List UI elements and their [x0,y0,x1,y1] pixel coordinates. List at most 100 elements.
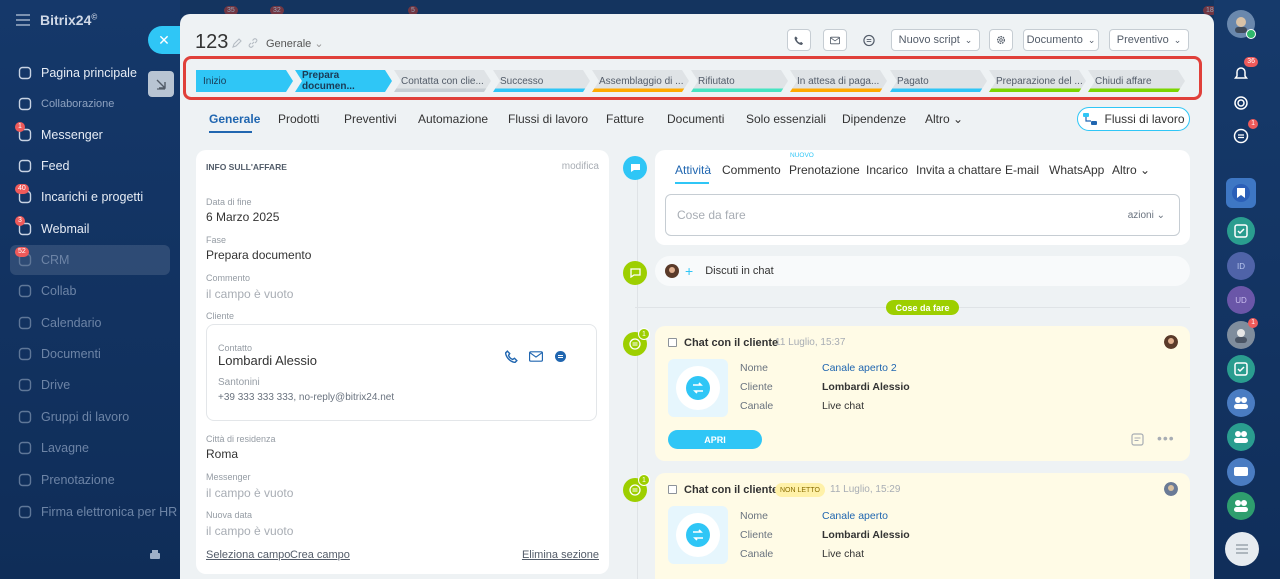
menu-icon[interactable] [16,14,30,26]
todo-input[interactable]: Cose da fare azioni ⌄ [665,194,1180,236]
note-icon[interactable] [1131,433,1144,446]
quote-button[interactable]: Preventivo ⌄ [1109,29,1189,51]
messenger-value[interactable]: il campo è vuoto [206,486,293,500]
more-options-icon[interactable]: ••• [1157,430,1175,446]
sidebar-item-feed[interactable]: Feed [0,151,180,181]
brand[interactable]: Bitrix24© [16,12,97,28]
chat-group-icon[interactable] [1227,458,1255,486]
settings-button[interactable] [989,29,1013,51]
user-avatar[interactable] [1227,10,1256,39]
sidebar-item-prenotazione[interactable]: Prenotazione [0,465,180,495]
sidebar-item-firma-elettronica-per-hr[interactable]: Firma elettronica per HR [0,497,180,527]
new-date-value[interactable]: il campo è vuoto [206,524,293,538]
check-list-icon[interactable] [1227,355,1255,383]
tab-solo-essenziali[interactable]: Solo essenziali [746,112,826,126]
tab-fatture[interactable]: Fatture [606,112,644,126]
minimize-icon[interactable] [148,71,174,97]
stage-value[interactable]: Prepara documento [206,248,311,262]
actions-dropdown[interactable]: azioni ⌄ [1128,210,1165,221]
tab-preventivi[interactable]: Preventivi [344,112,397,126]
pipeline-selector[interactable]: Generale ⌄ [266,37,324,50]
mail-icon[interactable] [529,351,543,362]
discuss-in-chat-row[interactable]: + Discuti in chat [655,256,1190,286]
user-ud-icon[interactable]: UD [1227,286,1255,314]
activity-tab-altro[interactable]: Altro ⌄ [1112,163,1150,177]
sidebar-item-calendario[interactable]: Calendario [0,308,180,338]
phone-button[interactable] [787,29,811,51]
stage-2[interactable]: Prepara documen... [295,70,392,92]
tab-dipendenze[interactable]: Dipendenze [842,112,906,126]
link-icon[interactable] [248,38,258,48]
sidebar-item-webmail[interactable]: 3 Webmail [0,214,180,244]
tab-flussi-di-lavoro[interactable]: Flussi di lavoro [508,112,588,126]
select-field-link[interactable]: Seleziona campo [206,549,290,561]
sidebar-item-messenger[interactable]: 1 Messenger [0,120,180,150]
open-chat-button[interactable]: APRI [668,430,762,449]
group-icon[interactable] [1227,423,1255,451]
group-icon[interactable] [1227,492,1255,520]
end-date-value[interactable]: 6 Marzo 2025 [206,210,279,224]
contact-name[interactable]: Lombardi Alessio [218,353,317,368]
pulse-icon[interactable] [1227,89,1255,117]
stage-6[interactable]: Rifiutato [691,70,788,92]
close-slider-button[interactable]: ✕ [148,26,180,54]
channel-name-link[interactable]: Canale aperto 2 [822,362,897,374]
menu-circle-icon[interactable] [1225,532,1259,566]
group-icon[interactable] [1227,389,1255,417]
tab-automazione[interactable]: Automazione [418,112,488,126]
sidebar-item-incarichi-e-progetti[interactable]: 40 Incarichi e progetti [0,182,180,212]
stage-7[interactable]: In attesa di paga... [790,70,887,92]
document-button[interactable]: Documento ⌄ [1023,29,1099,51]
bell-icon[interactable]: 36 [1227,57,1258,88]
open-lines-icon[interactable]: 1 [1227,119,1258,150]
create-field-link[interactable]: Crea campo [290,549,350,561]
stage-10[interactable]: Chiudi affare [1088,70,1185,92]
contact-avatar[interactable]: 1 [1227,318,1258,349]
tab-altro[interactable]: Altro ⌄ [925,112,963,126]
sidebar-item-crm[interactable]: 52 CRM [10,245,170,275]
tab-documenti[interactable]: Documenti [667,112,724,126]
new-script-button[interactable]: Nuovo script ⌄ [891,29,980,51]
edit-section-link[interactable]: modifica [562,161,599,172]
complete-checkbox[interactable] [668,485,677,494]
chat-activity-card[interactable]: Chat con il cliente NON LETTO 11 Luglio,… [655,473,1190,579]
sidebar-item-documenti[interactable]: Documenti [0,339,180,369]
stage-5[interactable]: Assemblaggio di ... [592,70,689,92]
user-id-icon[interactable]: ID [1227,252,1255,280]
activity-tab-attivit-[interactable]: Attività [675,163,711,177]
bookmark-icon[interactable] [1226,178,1256,208]
tab-prodotti[interactable]: Prodotti [278,112,319,126]
workflows-button[interactable]: Flussi di lavoro [1077,107,1190,131]
comment-value[interactable]: il campo è vuoto [206,287,293,301]
sidebar-badge: 3 [15,216,25,226]
sidebar-item-collab[interactable]: Collab [0,276,180,306]
stage-4[interactable]: Successo [493,70,590,92]
activity-tab-prenotazione[interactable]: Prenotazione [789,163,860,177]
stage-9[interactable]: Preparazione del ... [989,70,1086,92]
stage-8[interactable]: Pagato [890,70,987,92]
chat-button[interactable] [857,29,881,51]
stage-1[interactable]: Inizio [196,70,293,92]
activity-tab-e-mail[interactable]: E-mail [1005,163,1039,177]
activity-tab-invita-a-chattare[interactable]: Invita a chattare [916,163,1001,177]
tab-generale[interactable]: Generale [209,112,260,126]
delete-section-link[interactable]: Elimina sezione [522,549,599,561]
email-button[interactable] [823,29,847,51]
activity-tab-whatsapp[interactable]: WhatsApp [1049,163,1104,177]
stage-3[interactable]: Contatta con clie... [394,70,491,92]
task-check-icon[interactable] [1227,217,1255,245]
sidebar-item-drive[interactable]: Drive [0,370,180,400]
chat-activity-card[interactable]: Chat con il cliente 11 Luglio, 15:37 Nom… [655,326,1190,461]
complete-checkbox[interactable] [668,338,677,347]
sidebar-item-gruppi-di-lavoro[interactable]: Gruppi di lavoro [0,402,180,432]
activity-tab-incarico[interactable]: Incarico [866,163,908,177]
phone-icon[interactable] [505,350,518,363]
edit-pencil-icon[interactable] [232,38,242,48]
chat-icon[interactable] [554,350,567,363]
channel-name-link[interactable]: Canale aperto [822,510,888,522]
sidebar-item-lavagne[interactable]: Lavagne [0,433,180,463]
printer-icon[interactable] [148,548,162,562]
activity-tab-commento[interactable]: Commento [722,163,781,177]
city-value[interactable]: Roma [206,447,238,461]
avatar [1164,335,1178,349]
